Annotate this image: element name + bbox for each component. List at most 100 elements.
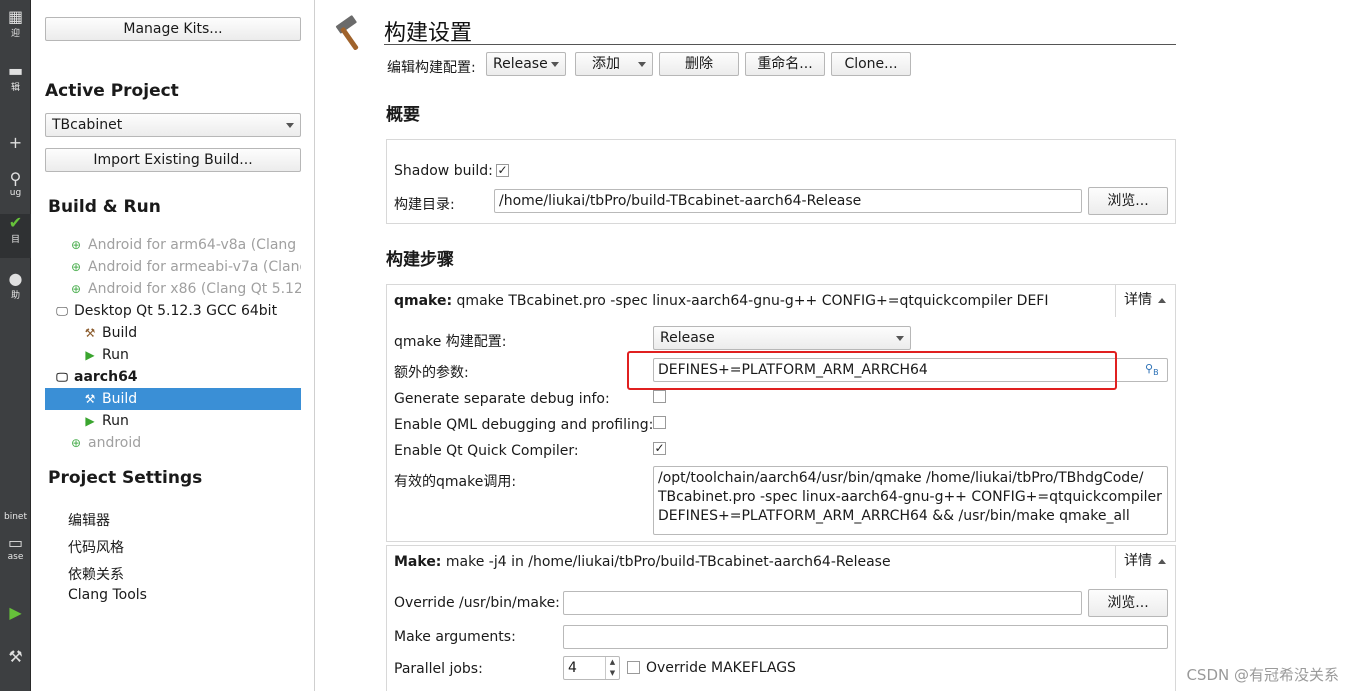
tree-item-label: Build [102, 325, 138, 341]
hammer-icon: ⚒ [84, 392, 96, 406]
plus-icon: ⊕ [70, 260, 82, 274]
edit-mode-button[interactable]: ▬ 辑 [0, 62, 31, 93]
override-make-field[interactable] [563, 591, 1082, 615]
tree-item-label: Desktop Qt 5.12.3 GCC 64bit [74, 303, 278, 319]
mode-label: ug [9, 188, 22, 198]
active-project-value: TBcabinet [52, 117, 123, 133]
qml-debug-checkbox[interactable] [653, 416, 666, 429]
build-config-combo[interactable]: Release [486, 52, 566, 76]
tree-item-label: Android for arm64-v8a (Clang Qt 5.12.3 f… [88, 237, 301, 253]
welcome-mode-button[interactable]: ▦ 迎 [0, 8, 31, 39]
tree-item-label: Build [102, 391, 138, 407]
settings-item-code-style[interactable]: 代码风格 [68, 537, 124, 557]
details-label: 详情 [1124, 553, 1152, 569]
tree-item-label: aarch64 [74, 369, 138, 385]
add-config-label: 添加 [592, 56, 620, 72]
title-underline [384, 44, 1176, 45]
tree-item[interactable]: ▶ Run [45, 344, 301, 366]
project-sidebar: Manage Kits... Active Project TBcabinet … [31, 0, 315, 691]
run-icon: ▶ [85, 414, 95, 428]
chevron-up-icon [1158, 558, 1166, 564]
variable-chooser-icon[interactable]: ⚲B [1145, 362, 1159, 377]
tree-item[interactable]: ⚒ Build [45, 322, 301, 344]
tree-item[interactable]: ⊕ Android for x86 (Clang Qt 5.12.3 for An… [45, 278, 301, 300]
watermark: CSDN @有冠希没关系 [1186, 666, 1339, 684]
parallel-jobs-label: Parallel jobs: [394, 661, 483, 677]
settings-item-dependencies[interactable]: 依赖关系 [68, 564, 124, 584]
active-project-combo[interactable]: TBcabinet [45, 113, 301, 137]
effective-qmake-text[interactable]: /opt/toolchain/aarch64/usr/bin/qmake /ho… [653, 466, 1168, 535]
projects-mode-button[interactable]: ✔ 目 [0, 214, 31, 258]
plus-icon: ⊕ [70, 238, 82, 252]
mode-label: 助 [10, 291, 20, 301]
tree-item[interactable]: ⚒ Build [45, 388, 301, 410]
add-config-button[interactable]: 添加 [575, 52, 653, 76]
debug-info-label: Generate separate debug info: [394, 391, 610, 407]
tree-item[interactable]: 🖵 Desktop Qt 5.12.3 GCC 64bit [45, 300, 301, 322]
shadow-build-checkbox[interactable]: ✓ [496, 164, 509, 177]
quick-compiler-checkbox[interactable]: ✓ [653, 442, 666, 455]
extra-args-label: 额外的参数: [394, 365, 469, 381]
kit-selector-label[interactable]: binet [0, 512, 31, 522]
manage-kits-button[interactable]: Manage Kits... [45, 17, 301, 41]
tree-item-label: android [88, 435, 142, 451]
build-button[interactable]: ⚒ [0, 648, 31, 666]
make-step-summary: Make: make -j4 in /home/liukai/tbPro/bui… [394, 554, 891, 570]
debug-info-checkbox[interactable] [653, 390, 666, 403]
parallel-jobs-spinbox[interactable]: 4 ▲ ▼ [563, 656, 620, 680]
tree-item[interactable]: 🖵 aarch64 [45, 366, 301, 388]
run-button[interactable]: ▶ [0, 604, 31, 622]
mode-label: 迎 [10, 29, 20, 39]
delete-config-button[interactable]: 删除 [659, 52, 739, 76]
chevron-down-icon [638, 62, 646, 67]
build-config-value: Release [493, 56, 548, 72]
kit-selector-button[interactable]: ▭ ase [0, 534, 31, 562]
make-details-button[interactable]: 详情 [1115, 546, 1175, 578]
help-icon: ● [8, 270, 23, 288]
override-makeflags-label: Override MAKEFLAGS [646, 660, 796, 676]
qml-debug-label: Enable QML debugging and profiling: [394, 417, 654, 433]
project-settings-title: Project Settings [48, 468, 203, 488]
spin-arrows-icon[interactable]: ▲ ▼ [605, 657, 619, 679]
plus-icon: ⊕ [70, 282, 82, 296]
build-dir-browse-button[interactable]: 浏览... [1088, 187, 1168, 215]
make-args-label: Make arguments: [394, 629, 516, 645]
page-title: 构建设置 [384, 21, 473, 46]
tree-item[interactable]: ⊕ Android for arm64-v8a (Clang Qt 5.12.3 … [45, 234, 301, 256]
help-mode-button[interactable]: ● 助 [0, 270, 31, 301]
tree-item-label: Android for x86 (Clang Qt 5.12.3 for And… [88, 281, 301, 297]
build-settings-panel: 构建设置 编辑构建配置: Release 添加 删除 重命名... Clone.… [316, 0, 1353, 691]
build-dir-label: 构建目录: [394, 197, 455, 213]
clone-config-button[interactable]: Clone... [831, 52, 911, 76]
qmake-step-command: qmake TBcabinet.pro -spec linux-aarch64-… [456, 293, 1049, 309]
design-mode-button[interactable]: + [0, 134, 31, 152]
qmake-config-label: qmake 构建配置: [394, 334, 507, 350]
override-make-browse-button[interactable]: 浏览... [1088, 589, 1168, 617]
active-project-title: Active Project [45, 81, 179, 101]
build-dir-field[interactable]: /home/liukai/tbPro/build-TBcabinet-aarch… [494, 189, 1082, 213]
qmake-config-combo[interactable]: Release [653, 326, 911, 350]
qmake-step-name: qmake: [394, 293, 453, 309]
chevron-down-icon [286, 123, 294, 128]
build-steps-title: 构建步骤 [386, 250, 454, 270]
mode-bar: ▦ 迎 ▬ 辑 + ⚲ ug ✔ 目 ● 助 binet ▭ ase ▶ ⚒ [0, 0, 31, 691]
settings-item-clang-tools[interactable]: Clang Tools [68, 587, 147, 603]
settings-item-editor[interactable]: 编辑器 [68, 510, 110, 530]
overview-title: 概要 [386, 105, 420, 125]
import-build-button[interactable]: Import Existing Build... [45, 148, 301, 172]
make-args-field[interactable] [563, 625, 1168, 649]
rename-config-button[interactable]: 重命名... [745, 52, 825, 76]
tree-item[interactable]: ⊕ android [45, 432, 301, 454]
override-makeflags-checkbox[interactable] [627, 661, 640, 674]
debug-mode-button[interactable]: ⚲ ug [0, 170, 31, 198]
kit-project-label: binet [4, 512, 27, 522]
plus-icon: ⊕ [70, 436, 82, 450]
parallel-jobs-value: 4 [568, 660, 577, 676]
tree-item[interactable]: ⊕ Android for armeabi-v7a (Clang Qt 5.12.… [45, 256, 301, 278]
tree-item[interactable]: ▶ Run [45, 410, 301, 432]
chevron-down-icon [896, 336, 904, 341]
welcome-icon: ▦ [7, 8, 24, 26]
highlight-box [627, 351, 1117, 390]
qmake-details-button[interactable]: 详情 [1115, 285, 1175, 317]
run-icon: ▶ [85, 348, 95, 362]
